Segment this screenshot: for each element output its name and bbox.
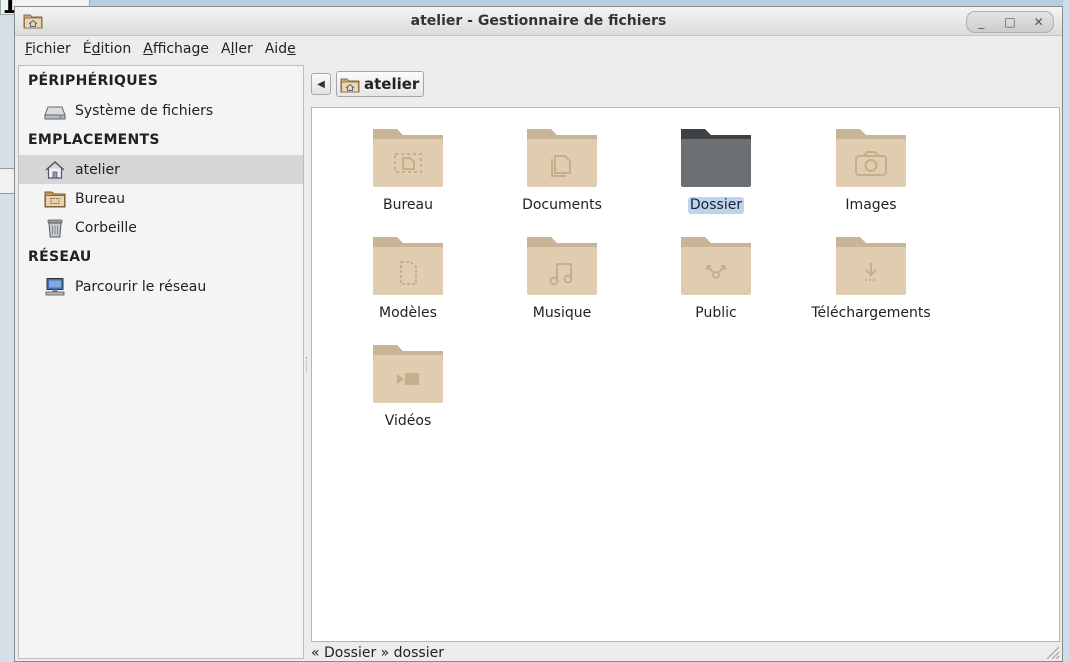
file-item-documents[interactable]: Documents bbox=[487, 127, 637, 214]
sidebar-item-label: Parcourir le réseau bbox=[75, 278, 207, 295]
menu-edition[interactable]: Édition bbox=[77, 41, 137, 57]
file-view[interactable]: Bureau Documents Dossier Images Modèles … bbox=[311, 107, 1060, 642]
sidebar-item-corbeille[interactable]: Corbeille bbox=[19, 213, 303, 242]
menu-affichage[interactable]: Affichage bbox=[137, 41, 215, 57]
sidebar-item-parcourir-le-reseau[interactable]: Parcourir le réseau bbox=[19, 272, 303, 301]
desktop-background-right bbox=[1063, 0, 1069, 662]
background-window-fragment-2 bbox=[0, 168, 14, 194]
drive-icon bbox=[44, 106, 66, 119]
sidebar-item-label: atelier bbox=[75, 161, 120, 178]
file-item-videos[interactable]: Vidéos bbox=[333, 343, 483, 430]
file-label: Modèles bbox=[379, 305, 437, 321]
menu-aide[interactable]: Aide bbox=[259, 41, 302, 57]
home-icon bbox=[45, 160, 65, 179]
videos-folder-icon bbox=[373, 345, 443, 403]
minimize-button[interactable]: _ bbox=[971, 13, 991, 31]
triangle-left-icon: ◀ bbox=[317, 78, 325, 90]
downloads-folder-icon bbox=[836, 237, 906, 295]
path-bar: ◀ atelier bbox=[311, 71, 425, 97]
file-label: Documents bbox=[522, 197, 602, 213]
window-controls: _ □ ✕ bbox=[966, 11, 1054, 33]
network-icon bbox=[45, 277, 65, 295]
file-item-bureau[interactable]: Bureau bbox=[333, 127, 483, 214]
file-item-images[interactable]: Images bbox=[796, 127, 946, 214]
sidebar-header-peripheriques: PÉRIPHÉRIQUES bbox=[28, 73, 159, 89]
close-button[interactable]: ✕ bbox=[1029, 13, 1049, 31]
maximize-button[interactable]: □ bbox=[1000, 13, 1020, 31]
sidebar-item-atelier[interactable]: atelier bbox=[19, 155, 303, 184]
places-sidebar: PÉRIPHÉRIQUES Système de fichiers EMPLAC… bbox=[18, 65, 304, 659]
home-folder-icon bbox=[340, 78, 360, 92]
desktop-folder-icon bbox=[373, 129, 443, 187]
sidebar-header-reseau: RÉSEAU bbox=[28, 249, 92, 265]
file-label: Vidéos bbox=[384, 413, 432, 429]
sidebar-item-label: Système de fichiers bbox=[75, 102, 214, 119]
file-label: Images bbox=[845, 197, 897, 213]
desktop-folder-icon bbox=[44, 191, 66, 207]
path-back-button[interactable]: ◀ bbox=[311, 73, 331, 95]
trash-icon bbox=[47, 219, 63, 237]
breadcrumb-label: atelier bbox=[364, 75, 420, 93]
status-bar: « Dossier » dossier bbox=[311, 645, 444, 661]
file-item-dossier[interactable]: Dossier bbox=[641, 127, 791, 214]
file-label: Téléchargements bbox=[811, 305, 931, 321]
file-label: Dossier bbox=[687, 197, 745, 214]
sidebar-item-bureau[interactable]: Bureau bbox=[19, 184, 303, 213]
file-item-public[interactable]: Public bbox=[641, 235, 791, 322]
sidebar-item-label: Corbeille bbox=[75, 219, 137, 236]
pane-grip[interactable] bbox=[306, 357, 309, 371]
breadcrumb-atelier[interactable]: atelier bbox=[336, 71, 425, 97]
file-label: Bureau bbox=[383, 197, 433, 213]
folder-icon bbox=[681, 129, 751, 187]
file-item-telechargements[interactable]: Téléchargements bbox=[796, 235, 946, 322]
file-manager-window: atelier - Gestionnaire de fichiers _ □ ✕… bbox=[14, 6, 1063, 662]
sidebar-header-emplacements: EMPLACEMENTS bbox=[28, 132, 160, 148]
sidebar-item-label: Bureau bbox=[75, 190, 125, 207]
menu-fichier[interactable]: Fichier bbox=[19, 41, 77, 57]
public-folder-icon bbox=[681, 237, 751, 295]
sidebar-item-systeme-de-fichiers[interactable]: Système de fichiers bbox=[19, 96, 303, 125]
file-item-musique[interactable]: Musique bbox=[487, 235, 637, 322]
documents-folder-icon bbox=[527, 129, 597, 187]
background-window-edge bbox=[0, 0, 14, 662]
file-label: Public bbox=[695, 305, 737, 321]
music-folder-icon bbox=[527, 237, 597, 295]
menu-bar: Fichier Édition Affichage Aller Aide bbox=[15, 36, 1062, 62]
templates-folder-icon bbox=[373, 237, 443, 295]
resize-grip-icon[interactable] bbox=[1044, 645, 1060, 659]
window-title: atelier - Gestionnaire de fichiers bbox=[410, 13, 667, 29]
pictures-folder-icon bbox=[836, 129, 906, 187]
file-label: Musique bbox=[532, 305, 592, 321]
title-bar[interactable]: atelier - Gestionnaire de fichiers _ □ ✕ bbox=[15, 7, 1062, 36]
file-item-modeles[interactable]: Modèles bbox=[333, 235, 483, 322]
menu-aller[interactable]: Aller bbox=[215, 41, 259, 57]
